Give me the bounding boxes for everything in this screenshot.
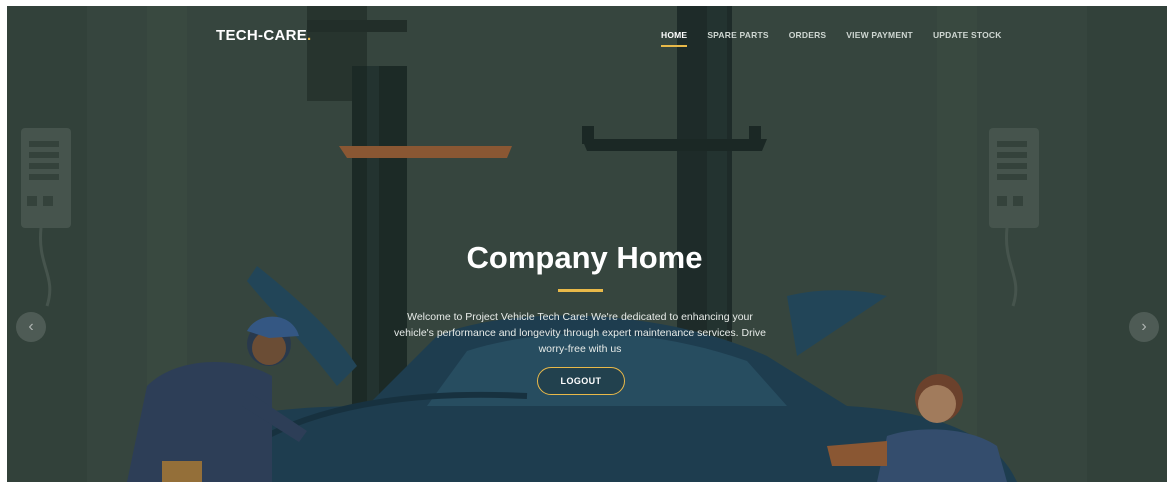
chevron-left-icon: ‹: [28, 318, 34, 335]
brand-dot: .: [307, 27, 312, 44]
nav-item-update-stock[interactable]: UPDATE STOCK: [933, 30, 1002, 40]
carousel-prev-button[interactable]: ‹: [16, 312, 46, 342]
nav-item-home[interactable]: HOME: [661, 30, 688, 47]
nav-item-view-payment[interactable]: VIEW PAYMENT: [846, 30, 913, 40]
chevron-right-icon: ›: [1141, 318, 1147, 335]
main-nav: HOME SPARE PARTS ORDERS VIEW PAYMENT UPD…: [661, 30, 1002, 47]
brand-name: TECH-CARE: [216, 27, 308, 44]
page-title: Company Home: [466, 240, 703, 275]
nav-item-spare-parts[interactable]: SPARE PARTS: [707, 30, 768, 40]
hero-description: Welcome to Project Vehicle Tech Care! We…: [393, 311, 767, 355]
logout-button[interactable]: LOGOUT: [537, 367, 625, 395]
nav-item-orders[interactable]: ORDERS: [789, 30, 827, 40]
carousel-next-button[interactable]: ›: [1129, 312, 1159, 342]
brand-logo[interactable]: TECH-CARE.: [216, 27, 312, 44]
title-underline: [558, 289, 603, 292]
